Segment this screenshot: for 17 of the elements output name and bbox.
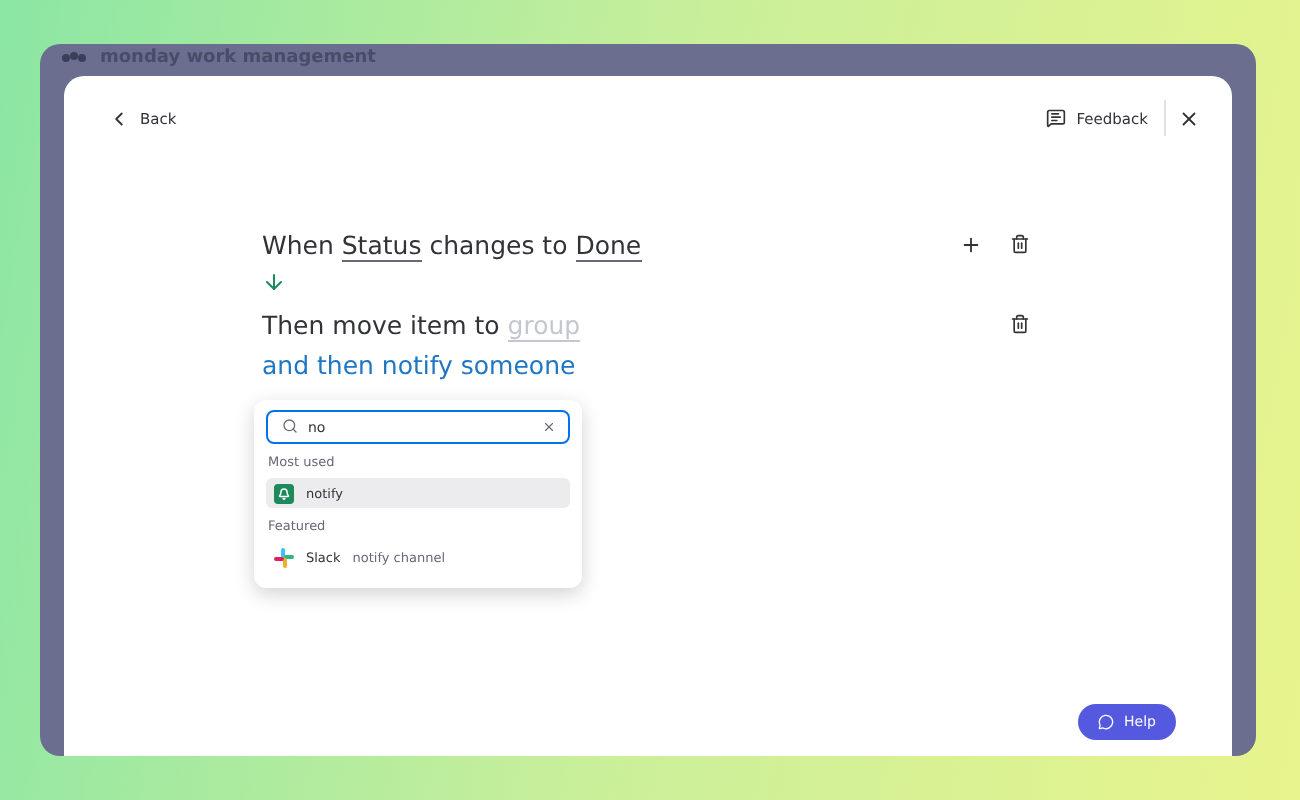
- delete-button[interactable]: [1010, 314, 1030, 334]
- slack-icon: [274, 547, 294, 567]
- bell-icon: [274, 483, 294, 503]
- arrow-down-icon: [262, 270, 286, 294]
- trigger-sentence: When Status changes to Done: [262, 229, 642, 259]
- delete-button[interactable]: [1010, 234, 1030, 254]
- close-button[interactable]: [1178, 107, 1200, 129]
- add-action-link[interactable]: and then notify someone: [262, 350, 1030, 380]
- speech-bubble-icon: [1046, 108, 1067, 128]
- clear-button[interactable]: [542, 420, 556, 434]
- add-button[interactable]: [960, 233, 982, 255]
- search-icon: [282, 418, 298, 434]
- speech-bubble-icon: [1098, 714, 1115, 730]
- logo-icon: [60, 48, 88, 66]
- field-link[interactable]: Done: [575, 229, 642, 261]
- field-link[interactable]: Status: [341, 229, 422, 261]
- action-sentence: Then move item to group: [262, 309, 581, 339]
